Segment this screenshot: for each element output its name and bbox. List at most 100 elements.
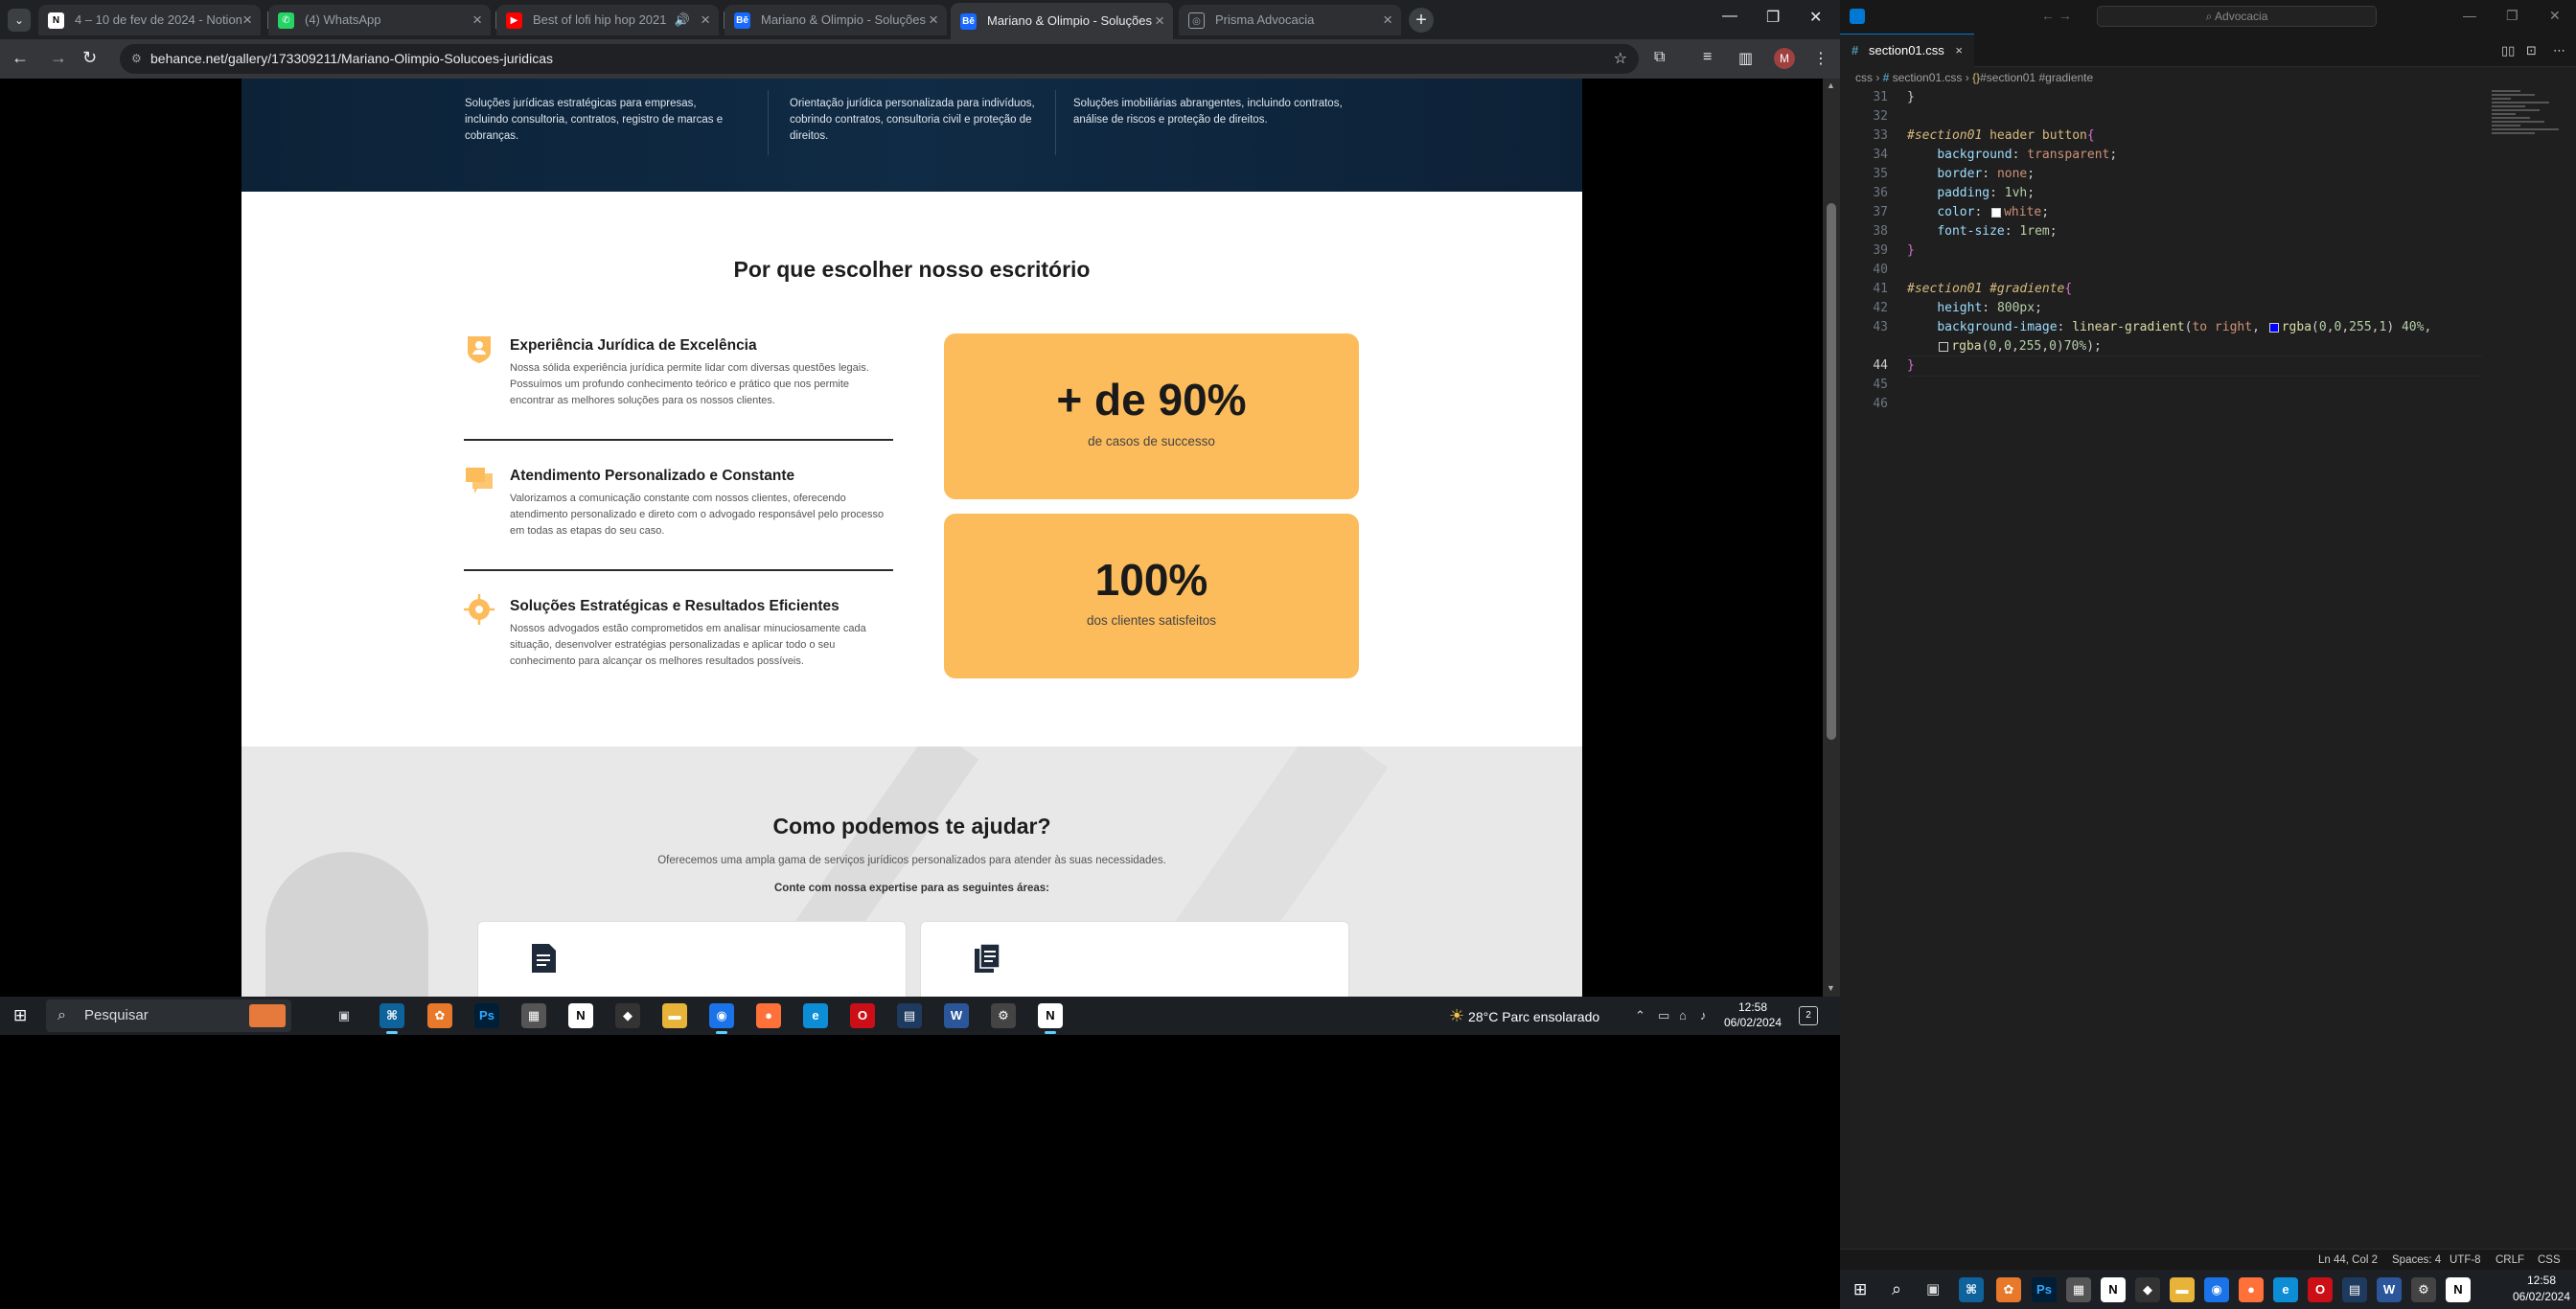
opera-icon[interactable]: O — [2308, 1277, 2333, 1302]
terminal-icon[interactable]: ▤ — [2342, 1277, 2367, 1302]
taskbar-clock[interactable]: 12:58 06/02/2024 — [2511, 1273, 2572, 1305]
xampp-icon[interactable]: ✿ — [1996, 1277, 2021, 1302]
tab-prisma[interactable]: ◎ Prisma Advocacia × — [1179, 5, 1401, 35]
file-explorer-icon[interactable]: ▬ — [662, 1003, 687, 1028]
firefox-icon[interactable]: ● — [756, 1003, 781, 1028]
code-line[interactable]: 35 border: none; — [1840, 165, 2492, 184]
battery-icon[interactable]: ▭ — [1658, 1008, 1669, 1023]
code-line[interactable]: 34 background: transparent; — [1840, 146, 2492, 165]
side-panel-icon[interactable]: ▥ — [1738, 49, 1753, 68]
firefox-icon[interactable]: ● — [2239, 1277, 2264, 1302]
tab-search-icon[interactable]: ⌄ — [8, 9, 31, 32]
code-editor[interactable]: 31} 32 33 #section01 header button{34 backg… — [1840, 88, 2492, 414]
page-scrollbar[interactable]: ▲ ▼ — [1823, 79, 1840, 997]
notification-icon[interactable]: 2 — [1799, 1006, 1818, 1025]
code-line[interactable]: 44} — [1840, 356, 2492, 377]
minimize-icon[interactable]: — — [1722, 8, 1737, 25]
photoshop-icon[interactable]: Ps — [474, 1003, 499, 1028]
chrome-icon[interactable]: ◉ — [2204, 1277, 2229, 1302]
code-line[interactable]: 41 #section01 #gradiente{ — [1840, 280, 2492, 299]
site-info-icon[interactable]: ⚙ — [131, 44, 142, 74]
word-icon[interactable]: W — [944, 1003, 969, 1028]
code-line[interactable]: 33 #section01 header button{ — [1840, 126, 2492, 146]
lock-icon[interactable]: ⊡ — [2526, 43, 2537, 58]
nav-arrows-icon[interactable]: ← → — [2041, 8, 2072, 23]
settings-app-icon[interactable]: ⚙ — [2411, 1277, 2436, 1302]
code-line[interactable]: 43 background-image: linear-gradient(to … — [1840, 318, 2492, 337]
bookmark-star-icon[interactable]: ☆ — [1614, 44, 1627, 74]
reload-icon[interactable]: ↻ — [82, 48, 97, 68]
menu-kebab-icon[interactable]: ⋮ — [1813, 49, 1828, 68]
vscode-icon[interactable]: ⌘ — [380, 1003, 404, 1034]
notion-icon[interactable]: N — [2446, 1277, 2471, 1302]
tab-notion[interactable]: N 4 – 10 de fev de 2024 - Notion × — [38, 5, 261, 35]
minimap[interactable] — [2492, 88, 2568, 203]
code-line[interactable]: 45 — [1840, 376, 2492, 395]
close-icon[interactable]: × — [472, 5, 482, 35]
tab-behance-active[interactable]: Bē Mariano & Olimpio - Soluções × — [951, 3, 1173, 39]
windows-start-icon[interactable]: ⊞ — [1853, 1280, 1867, 1299]
command-center-search[interactable]: ⌕ Advocacia — [2097, 6, 2377, 27]
close-icon[interactable]: × — [1955, 34, 1963, 67]
code-line[interactable]: 37 color: white; — [1840, 203, 2492, 222]
scrollbar-thumb[interactable] — [1827, 203, 1836, 740]
speaker-icon[interactable]: 🔊 — [675, 5, 690, 35]
photoshop-icon[interactable]: Ps — [2032, 1277, 2057, 1302]
code-line[interactable]: rgba(0,0,255,0)70%); — [1840, 337, 2492, 356]
restore-icon[interactable]: ❐ — [1766, 8, 1780, 27]
edge-icon[interactable]: e — [803, 1003, 828, 1028]
cursor-position[interactable]: Ln 44, Col 2 — [2318, 1250, 2378, 1271]
tab-whatsapp[interactable]: ✆ (4) WhatsApp × — [268, 5, 491, 35]
tab-behance-1[interactable]: Bē Mariano & Olimpio - Soluções × — [724, 5, 947, 35]
settings-app-icon[interactable]: ⚙ — [991, 1003, 1016, 1028]
search-icon[interactable]: ⌕ — [1892, 1279, 1901, 1299]
terminal-icon[interactable]: ▤ — [897, 1003, 922, 1028]
encoding[interactable]: UTF-8 — [2450, 1250, 2481, 1271]
media-icon[interactable]: ≡ — [1703, 49, 1712, 66]
more-actions-icon[interactable]: ⋯ — [2553, 43, 2565, 58]
chevron-up-icon[interactable]: ⌃ — [1635, 1008, 1645, 1023]
line-endings[interactable]: CRLF — [2496, 1250, 2524, 1271]
code-line[interactable]: 32 — [1840, 107, 2492, 126]
calculator-icon[interactable]: ▦ — [2066, 1277, 2091, 1302]
opera-icon[interactable]: O — [850, 1003, 875, 1028]
tab-section01-css[interactable]: # section01.css × — [1840, 34, 1974, 67]
task-view-icon[interactable]: ▣ — [332, 1003, 356, 1028]
windows-start-icon[interactable]: ⊞ — [13, 1006, 27, 1025]
close-icon[interactable]: × — [242, 5, 252, 35]
taskbar-clock[interactable]: 12:58 06/02/2024 — [1719, 999, 1786, 1030]
network-icon[interactable]: ⌂ — [1679, 1008, 1687, 1022]
forward-icon[interactable]: → — [50, 48, 67, 68]
notion-icon[interactable]: N — [1038, 1003, 1063, 1034]
code-line[interactable]: 36 padding: 1vh; — [1840, 184, 2492, 203]
extensions-icon[interactable]: ⧉ — [1654, 49, 1665, 66]
breadcrumb-symbol[interactable]: #section01 #gradiente — [1980, 71, 2093, 84]
taskbar-search[interactable]: ⌕ Pesquisar — [46, 999, 291, 1032]
tab-youtube[interactable]: ▶ Best of lofi hip hop 2021 🔊 × — [496, 5, 719, 35]
language-mode[interactable]: CSS — [2538, 1250, 2561, 1271]
close-icon[interactable]: × — [929, 5, 938, 35]
code-line[interactable]: 39} — [1840, 241, 2492, 261]
file-explorer-icon[interactable]: ▬ — [2170, 1277, 2195, 1302]
address-bar[interactable]: ⚙ behance.net/gallery/173309211/Mariano-… — [120, 44, 1639, 74]
breadcrumb-file[interactable]: section01.css — [1893, 71, 1963, 84]
new-tab-button[interactable]: + — [1409, 8, 1434, 33]
notion-icon[interactable]: N — [568, 1003, 593, 1028]
close-icon[interactable]: × — [1383, 5, 1392, 35]
obsidian-icon[interactable]: ◆ — [615, 1003, 640, 1028]
xampp-icon[interactable]: ✿ — [427, 1003, 452, 1028]
close-icon[interactable]: × — [1155, 3, 1164, 39]
split-editor-icon[interactable]: ▯▯ — [2501, 43, 2515, 58]
code-line[interactable]: 40 — [1840, 261, 2492, 280]
code-line[interactable]: 42 height: 800px; — [1840, 299, 2492, 318]
code-line[interactable]: 46 — [1840, 395, 2492, 414]
back-icon[interactable]: ← — [12, 48, 29, 68]
notion-icon[interactable]: N — [2101, 1277, 2126, 1302]
window-close-icon[interactable]: ✕ — [1809, 8, 1822, 27]
code-line[interactable]: 31} — [1840, 88, 2492, 107]
restore-icon[interactable]: ❐ — [2506, 8, 2518, 24]
breadcrumb-folder[interactable]: css — [1855, 71, 1873, 84]
code-line[interactable]: 38 font-size: 1rem; — [1840, 222, 2492, 241]
indentation[interactable]: Spaces: 4 — [2392, 1250, 2441, 1271]
chrome-icon[interactable]: ◉ — [709, 1003, 734, 1034]
